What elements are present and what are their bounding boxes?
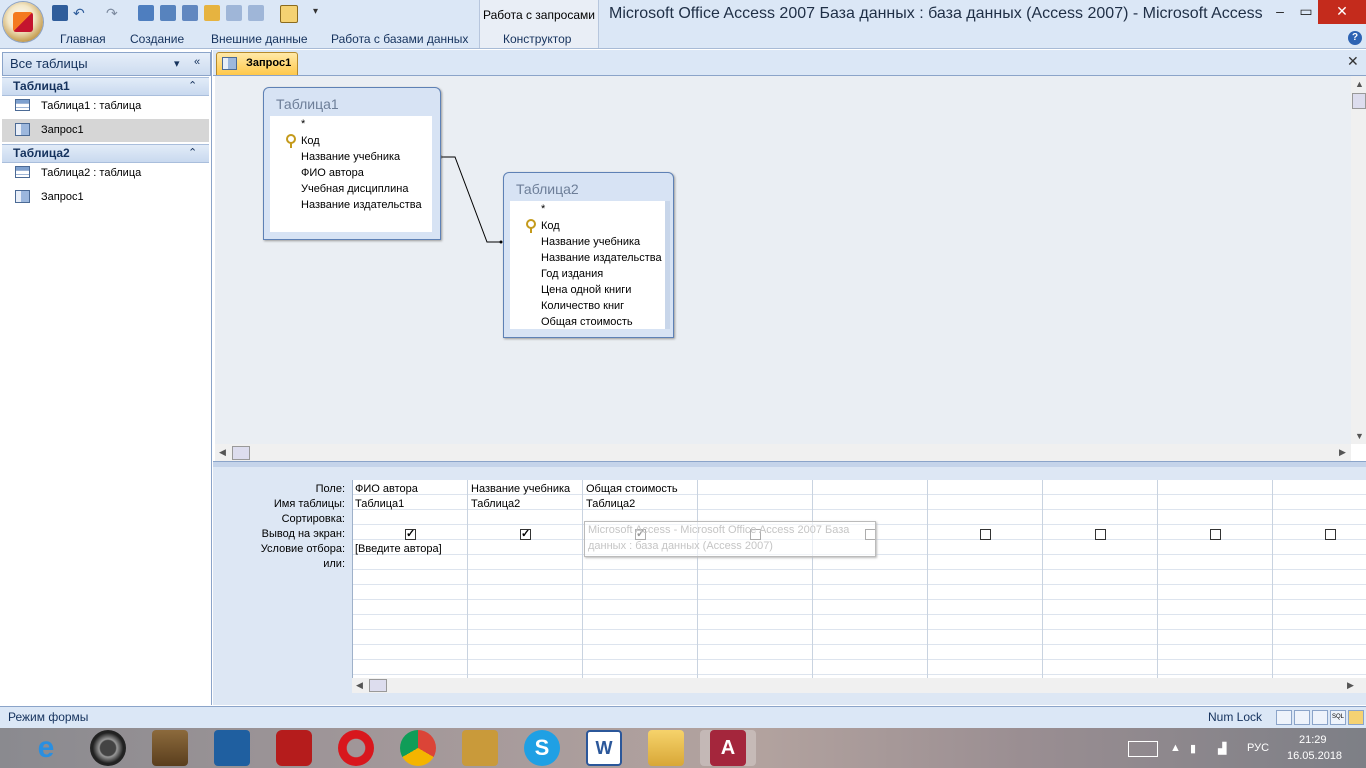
show-hidden-icons-icon[interactable]: ▲ <box>1170 742 1181 754</box>
field-item[interactable]: Название издательства <box>541 252 662 264</box>
scrollbar-thumb[interactable] <box>369 679 387 692</box>
field-list-scrollbar[interactable] <box>665 201 670 329</box>
show-checkbox[interactable] <box>1095 529 1106 540</box>
horizontal-scrollbar[interactable] <box>215 444 1351 461</box>
keyboard-icon[interactable] <box>1128 741 1158 757</box>
field-item[interactable]: Цена одной книги <box>541 284 631 296</box>
doc-app-icon[interactable] <box>152 730 188 766</box>
primary-key-icon <box>526 219 536 233</box>
status-bar <box>0 706 1366 729</box>
access-icon: A <box>710 730 746 766</box>
scroll-right-icon[interactable]: ▶ <box>1347 680 1354 691</box>
grid-cell-table[interactable]: Таблица2 <box>471 498 520 510</box>
word-icon[interactable]: W <box>586 730 622 766</box>
show-checkbox[interactable] <box>1325 529 1336 540</box>
scanner-app-icon[interactable] <box>462 730 498 766</box>
office-button[interactable] <box>3 2 43 42</box>
field-list-title: Таблица1 <box>276 96 339 112</box>
row-label-table: Имя таблицы: <box>273 498 345 510</box>
row-label-or: или: <box>323 558 345 570</box>
datasheet-view-icon[interactable] <box>1276 710 1292 725</box>
design-view-button[interactable] <box>1348 710 1364 725</box>
field-item[interactable]: Год издания <box>541 268 603 280</box>
network-icon[interactable]: ▟ <box>1218 742 1226 755</box>
clock-date[interactable]: 16.05.2018 <box>1287 750 1342 762</box>
grid-column-divider[interactable] <box>582 480 583 678</box>
internet-explorer-icon[interactable]: e <box>28 730 64 766</box>
tooltip-line: данных : база данных (Access 2007) <box>588 540 773 552</box>
chrome-icon[interactable] <box>400 730 436 766</box>
grid-cell-table[interactable]: Таблица2 <box>586 498 635 510</box>
office-logo-icon <box>13 12 33 32</box>
grid-horizontal-scrollbar[interactable] <box>352 678 1366 693</box>
grid-column-divider[interactable] <box>1157 480 1158 678</box>
clock-time[interactable]: 21:29 <box>1299 734 1327 746</box>
grid-cell-criteria[interactable]: [Введите автора] <box>355 543 442 555</box>
show-checkbox[interactable] <box>1210 529 1221 540</box>
scroll-right-icon[interactable]: ▶ <box>1339 447 1346 458</box>
scroll-down-icon[interactable]: ▼ <box>1355 431 1364 441</box>
tooltip-line: Microsoft Access - Microsoft Office Acce… <box>588 524 850 536</box>
language-indicator[interactable]: РУС <box>1247 742 1269 754</box>
pivot-chart-view-icon[interactable] <box>1312 710 1328 725</box>
scroll-left-icon[interactable]: ◀ <box>219 447 226 458</box>
field-item[interactable]: Код <box>301 135 320 147</box>
field-item[interactable]: Общая стоимость <box>541 316 633 328</box>
grid-column-divider[interactable] <box>812 480 813 678</box>
primary-key-icon <box>286 134 296 148</box>
field-item[interactable]: Код <box>541 220 560 232</box>
show-checkbox[interactable] <box>980 529 991 540</box>
field-item[interactable]: ФИО автора <box>301 167 364 179</box>
field-item[interactable]: * <box>301 118 305 130</box>
opera-icon[interactable] <box>338 730 374 766</box>
show-checkbox[interactable] <box>405 527 416 540</box>
scroll-left-icon[interactable]: ◀ <box>356 680 363 691</box>
row-label-field: Поле: <box>315 483 345 495</box>
field-item[interactable]: Учебная дисциплина <box>301 183 408 195</box>
power-app-icon[interactable] <box>276 730 312 766</box>
row-label-show: Вывод на экран: <box>261 528 345 540</box>
field-item[interactable]: * <box>541 203 545 215</box>
scrollbar-thumb[interactable] <box>1352 93 1366 109</box>
grid-cell-table[interactable]: Таблица1 <box>355 498 404 510</box>
field-item[interactable]: Название издательства <box>301 199 422 211</box>
grid-cell-field[interactable]: Название учебника <box>471 483 570 495</box>
pivot-table-view-icon[interactable] <box>1294 710 1310 725</box>
status-mode-text: Режим формы <box>8 710 89 724</box>
sql-view-button[interactable]: SQL <box>1330 710 1346 725</box>
grid-cell-field[interactable]: Общая стоимость <box>586 483 678 495</box>
field-item[interactable]: Название учебника <box>541 236 640 248</box>
grid-column-divider[interactable] <box>927 480 928 678</box>
speaker-app-icon[interactable] <box>90 730 126 766</box>
grid-column-divider[interactable] <box>1042 480 1043 678</box>
vertical-scrollbar[interactable] <box>1351 76 1366 444</box>
grid-column-divider[interactable] <box>467 480 468 678</box>
skype-icon[interactable]: S <box>524 730 560 766</box>
row-label-criteria: Условие отбора: <box>260 543 345 555</box>
scrollbar-thumb[interactable] <box>232 446 250 460</box>
field-item[interactable]: Название учебника <box>301 151 400 163</box>
show-checkbox[interactable] <box>520 527 531 540</box>
grid-column-divider[interactable] <box>1272 480 1273 678</box>
scroll-up-icon[interactable]: ▲ <box>1355 79 1364 89</box>
battery-icon[interactable]: ▮ <box>1190 742 1196 755</box>
explorer-icon[interactable] <box>648 730 684 766</box>
field-item[interactable]: Количество книг <box>541 300 624 312</box>
settings-app-icon[interactable] <box>214 730 250 766</box>
grid-column-divider[interactable] <box>697 480 698 678</box>
grid-cell-field[interactable]: ФИО автора <box>355 483 418 495</box>
row-label-sort: Сортировка: <box>281 513 345 525</box>
field-list-title: Таблица2 <box>516 181 579 197</box>
numlock-indicator: Num Lock <box>1208 710 1263 724</box>
